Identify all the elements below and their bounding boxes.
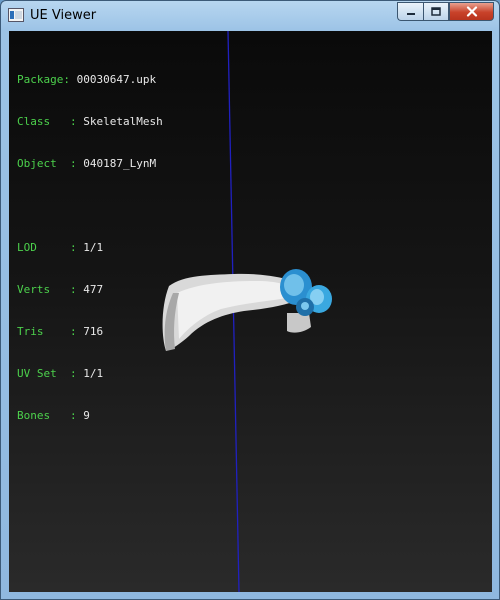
close-button[interactable]: [449, 2, 494, 21]
info-uv-set: UV Set : 1/1: [17, 367, 104, 380]
window-title: UE Viewer: [30, 8, 97, 23]
info-tris: Tris : 716: [17, 325, 104, 338]
info-lod: LOD : 1/1: [17, 241, 104, 254]
maximize-icon: [431, 7, 441, 16]
3d-viewport[interactable]: Package: 00030647.upk Class : SkeletalMe…: [9, 31, 492, 592]
info-package: Package: 00030647.upk: [17, 73, 157, 86]
info-class: Class : SkeletalMesh: [17, 115, 163, 128]
skeletal-mesh-model[interactable]: [162, 269, 332, 351]
info-object: Object : 040187_LynM: [17, 157, 157, 170]
mesh-info-panel: Package: 00030647.upk Class : SkeletalMe…: [17, 45, 163, 451]
minimize-button[interactable]: [397, 2, 423, 21]
info-verts: Verts : 477: [17, 283, 104, 296]
minimize-icon: [406, 12, 415, 15]
title-bar[interactable]: UE Viewer: [1, 1, 499, 31]
app-icon: [8, 8, 24, 22]
window-controls: [397, 2, 494, 21]
close-icon: [466, 6, 477, 17]
app-window: UE Viewer Package: 00030647.upk Class: …: [0, 0, 500, 600]
maximize-button[interactable]: [423, 2, 449, 21]
info-bones: Bones : 9: [17, 409, 90, 422]
